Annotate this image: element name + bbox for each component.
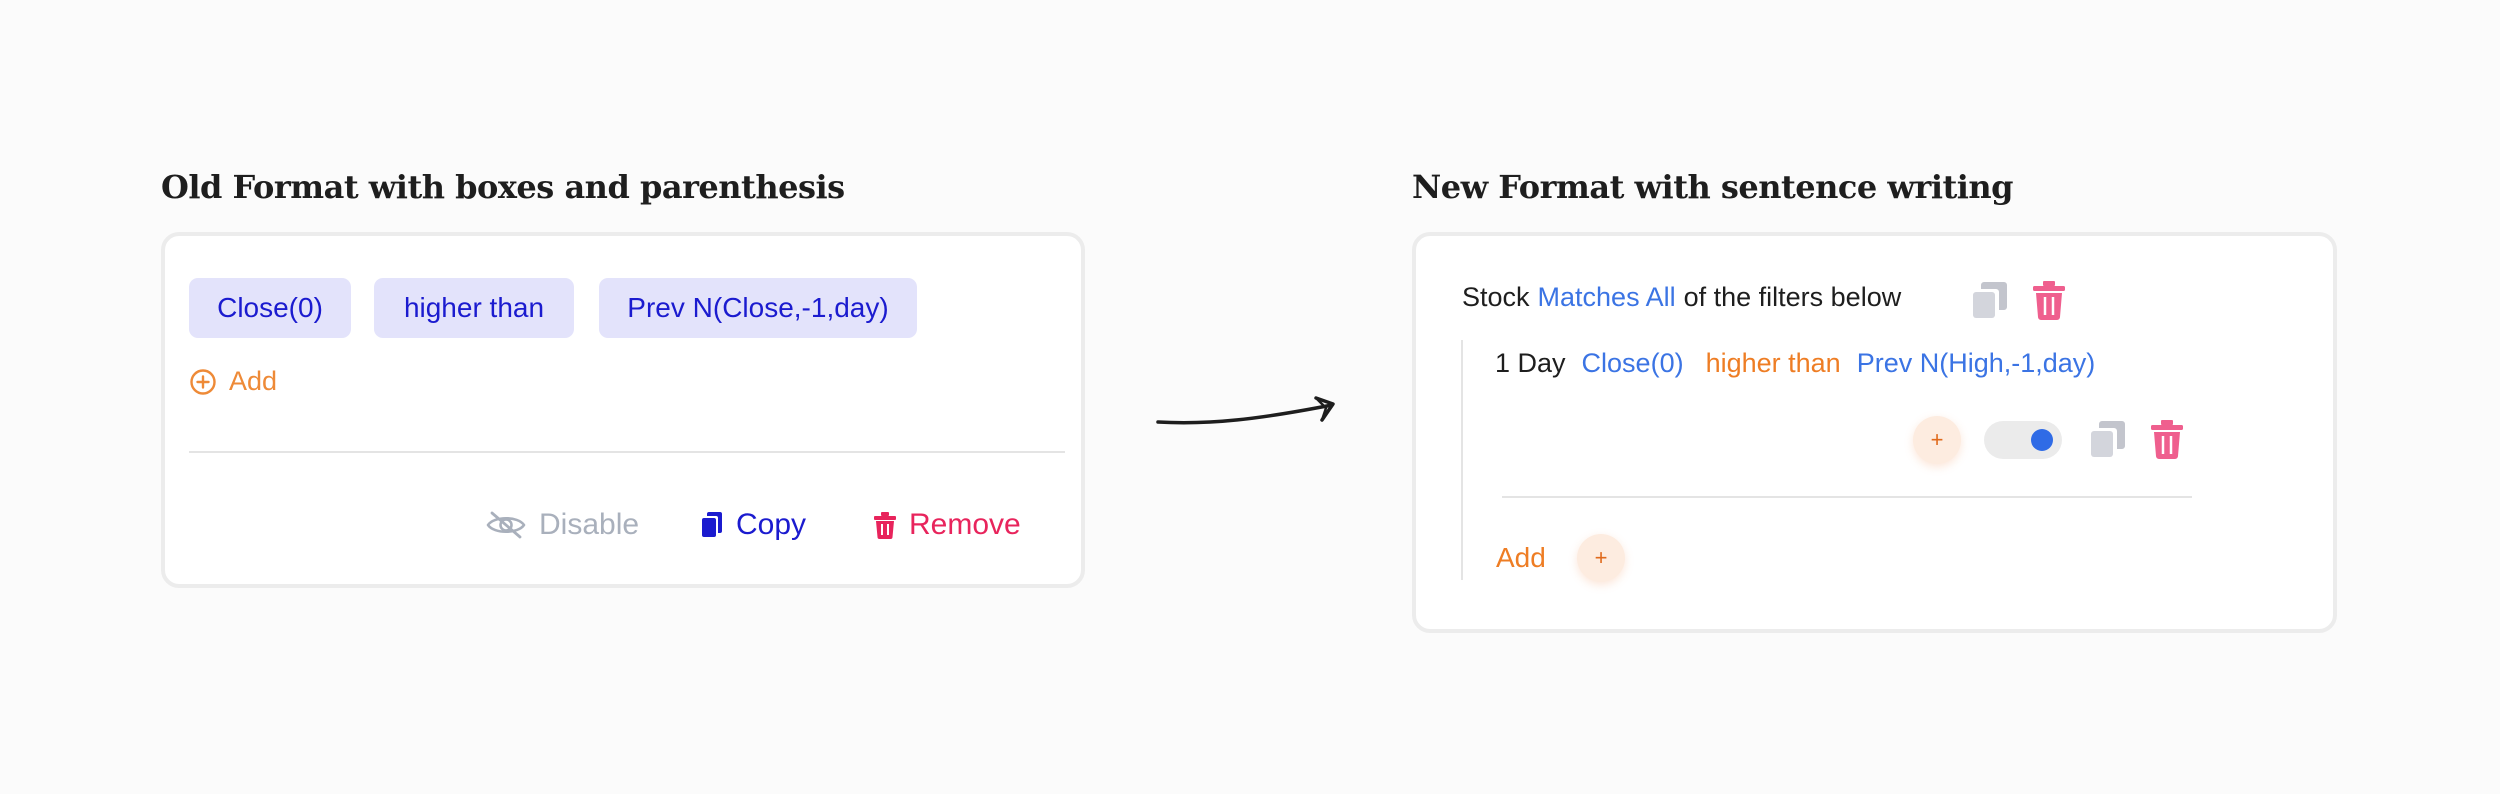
eye-off-icon	[486, 511, 526, 539]
old-format-card: Close(0) higher than Prev N(Close,-1,day…	[161, 232, 1085, 588]
header-suffix: of the filters below	[1683, 282, 1902, 312]
copy-filter-icon[interactable]	[2088, 419, 2128, 459]
indicator-label[interactable]: Close(0)	[1582, 348, 1684, 379]
add-condition-button[interactable]: Add	[189, 366, 277, 397]
remove-button[interactable]: Remove	[873, 508, 1021, 542]
timeframe-label[interactable]: 1 Day	[1495, 348, 1566, 379]
copy-button[interactable]: Copy	[700, 508, 806, 542]
add-filter-button[interactable]: +	[1577, 534, 1625, 582]
copy-label: Copy	[736, 508, 807, 541]
divider	[1502, 496, 2192, 498]
disable-label: Disable	[539, 508, 640, 541]
chip-comparison[interactable]: Prev N(Close,-1,day)	[599, 278, 917, 338]
chip-indicator[interactable]: Close(0)	[189, 278, 351, 338]
old-format-title: Old Format with boxes and parenthesis	[161, 168, 845, 206]
divider	[189, 451, 1065, 453]
trash-icon	[874, 512, 896, 539]
arrow-right-icon	[1156, 396, 1335, 425]
group-indent-line	[1461, 340, 1463, 580]
header-prefix: Stock	[1462, 282, 1530, 312]
toggle-knob	[2031, 429, 2053, 451]
add-filter-label[interactable]: Add	[1496, 542, 1546, 574]
new-format-card: Stock Matches All of the filters below 1…	[1412, 232, 2337, 633]
operator-label[interactable]: higher than	[1706, 348, 1841, 379]
delete-filter-icon[interactable]	[2150, 419, 2184, 459]
match-mode-selector[interactable]: Matches All	[1538, 282, 1676, 313]
filter-condition-row: 1 Day Close(0) higher than Prev N(High,-…	[1495, 348, 2095, 379]
remove-label: Remove	[909, 508, 1021, 541]
plus-circle-icon	[190, 368, 216, 395]
comparison-label[interactable]: Prev N(High,-1,day)	[1857, 348, 2096, 379]
disable-button[interactable]: Disable	[485, 508, 639, 542]
add-label: Add	[229, 366, 278, 396]
add-subfilter-button[interactable]: +	[1913, 416, 1961, 464]
delete-group-icon[interactable]	[2032, 280, 2066, 320]
new-format-title: New Format with sentence writing	[1412, 168, 2014, 206]
chip-operator[interactable]: higher than	[374, 278, 574, 338]
enable-toggle[interactable]	[1984, 421, 2062, 459]
copy-group-icon[interactable]	[1970, 280, 2010, 320]
filter-group-header: Stock Matches All of the filters below	[1462, 282, 1901, 313]
copy-icon	[702, 512, 722, 537]
